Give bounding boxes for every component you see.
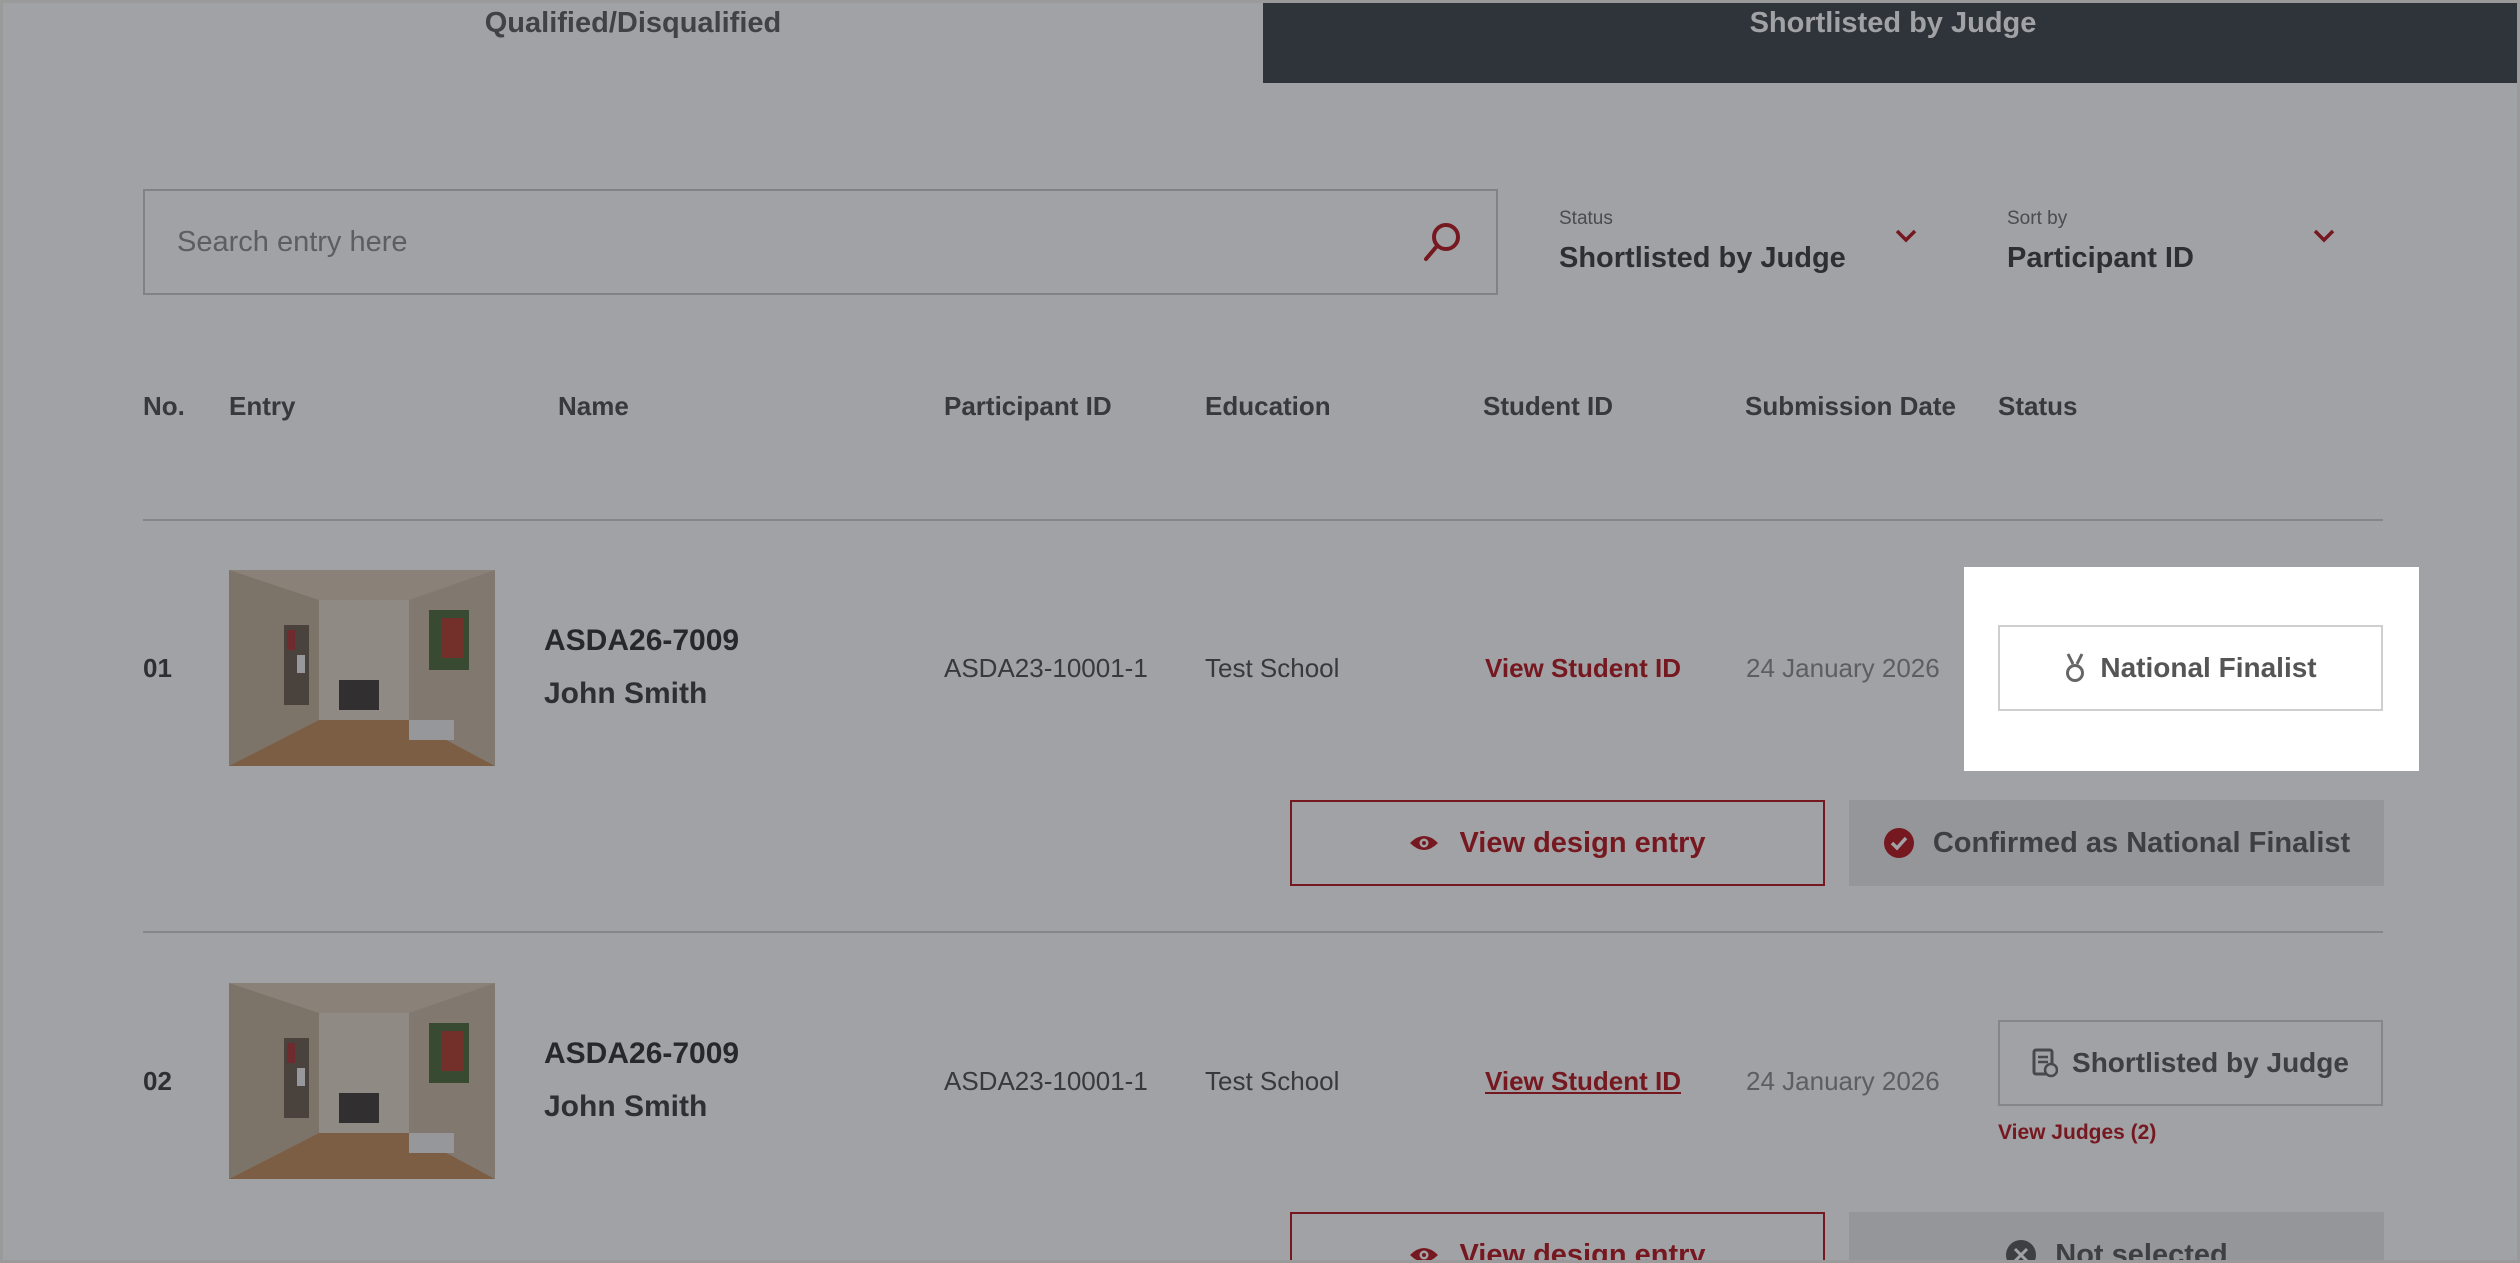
- page: Qualified/Disqualified Shortlisted by Ju…: [0, 0, 2520, 1263]
- overlay-left: [3, 567, 1964, 771]
- spotlight-highlight: [1964, 567, 2419, 771]
- overlay-bottom: [3, 771, 2517, 1260]
- overlay-top: [3, 3, 2517, 567]
- overlay-right: [2419, 567, 2517, 771]
